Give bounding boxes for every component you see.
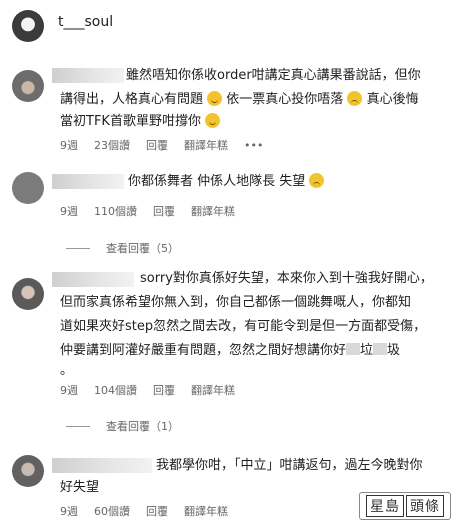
comment-time: 9週 xyxy=(60,505,78,518)
commenter-avatar[interactable] xyxy=(12,455,44,487)
reply-button[interactable]: 回覆 xyxy=(153,203,175,219)
likes-count[interactable]: 60個讚 xyxy=(94,503,130,519)
comment-text: sorry對你真係好失望，本來你入到十強我好開心， xyxy=(140,271,433,286)
likes-count[interactable]: 110個讚 xyxy=(94,203,137,219)
view-replies-button[interactable]: 查看回覆（5） xyxy=(66,240,179,256)
watermark-text: 頭條 xyxy=(406,495,444,517)
comment-text: 圾 xyxy=(387,343,401,358)
redacted-username xyxy=(52,68,124,83)
view-replies-button[interactable]: 查看回覆（1） xyxy=(66,418,179,434)
comment-meta: 9週 104個讚 回覆 翻譯年糕 xyxy=(60,382,235,398)
comment-meta: 9週 23個讚 回覆 翻譯年糕 ••• xyxy=(60,137,263,153)
redacted-username xyxy=(52,458,152,473)
smile-emoji-icon xyxy=(205,113,221,128)
comment-text: 雖然唔知你係收order咁講定真心講果番說話，但你 xyxy=(126,68,421,83)
comment-text: 。 xyxy=(60,363,74,378)
comment-time: 9週 xyxy=(60,205,78,218)
comment-meta: 9週 110個讚 回覆 翻譯年糕 xyxy=(60,203,235,219)
reply-button[interactable]: 回覆 xyxy=(146,137,168,153)
redacted-text xyxy=(346,343,361,355)
commenter-avatar[interactable] xyxy=(12,70,44,102)
view-replies-label[interactable]: 查看回覆（5） xyxy=(106,240,179,256)
commenter-avatar[interactable] xyxy=(12,278,44,310)
reply-button[interactable]: 回覆 xyxy=(146,503,168,519)
translate-button[interactable]: 翻譯年糕 xyxy=(184,137,228,153)
redacted-username xyxy=(52,272,134,287)
comment-text: 仲要講到阿灌好嚴重有問題，忽然之間好想講你好垃圾 xyxy=(60,341,400,361)
username[interactable]: t___soul xyxy=(58,14,113,30)
watermark-logo: 星島 頭條 xyxy=(359,492,451,520)
comment-text: 但而家真係希望你無入到，你自己都係一個跳舞嘅人，你都知 xyxy=(60,295,412,310)
likes-count[interactable]: 23個讚 xyxy=(94,137,130,153)
comment-text: 道如果夾好step忽然之間去改，有可能令到是但一方面都受傷， xyxy=(60,319,427,334)
comment-time: 9週 xyxy=(60,384,78,397)
comment-text: 好失望 xyxy=(60,480,100,495)
divider xyxy=(66,247,90,249)
smile-emoji-icon xyxy=(207,91,223,106)
view-replies-label[interactable]: 查看回覆（1） xyxy=(106,418,179,434)
post-header: t___soul xyxy=(0,0,457,52)
comment-text: 垃 xyxy=(360,343,374,358)
translate-button[interactable]: 翻譯年糕 xyxy=(184,503,228,519)
comment-text: 仲要講到阿灌好嚴重有問題，忽然之間好想講你好 xyxy=(60,343,347,358)
translate-button[interactable]: 翻譯年糕 xyxy=(191,382,235,398)
likes-count[interactable]: 104個讚 xyxy=(94,382,137,398)
comment-text: 你都係舞者 仲係人地隊長 失望 xyxy=(128,172,325,192)
redacted-text xyxy=(373,343,388,355)
avatar[interactable] xyxy=(12,10,44,42)
more-options-icon[interactable]: ••• xyxy=(244,139,263,152)
reply-button[interactable]: 回覆 xyxy=(153,382,175,398)
comment-text: 當初TFK首歌單野咁撐你 xyxy=(60,112,221,132)
comment-text: 講得出，人格真心有問題 xyxy=(60,92,204,107)
redacted-username xyxy=(52,174,124,189)
comment-text: 我都學你咁，「中立」咁講返句，過左今晚對你 xyxy=(156,458,423,473)
comment-text: 依一票真心投你唔落 xyxy=(226,92,344,107)
comment-meta: 9週 60個讚 回覆 翻譯年糕 xyxy=(60,503,228,519)
commenter-avatar[interactable] xyxy=(12,172,44,204)
comment-text: 講得出，人格真心有問題 依一票真心投你唔落 真心後悔 xyxy=(60,90,419,110)
comment-text: 你都係舞者 仲係人地隊長 失望 xyxy=(128,174,306,189)
angry-emoji-icon xyxy=(309,173,325,188)
watermark-text: 星島 xyxy=(366,495,404,517)
translate-button[interactable]: 翻譯年糕 xyxy=(191,203,235,219)
sad-emoji-icon xyxy=(347,91,363,106)
comment-time: 9週 xyxy=(60,139,78,152)
comment-text: 真心後悔 xyxy=(366,92,419,107)
comment-text: 當初TFK首歌單野咁撐你 xyxy=(60,114,201,129)
divider xyxy=(66,425,90,427)
